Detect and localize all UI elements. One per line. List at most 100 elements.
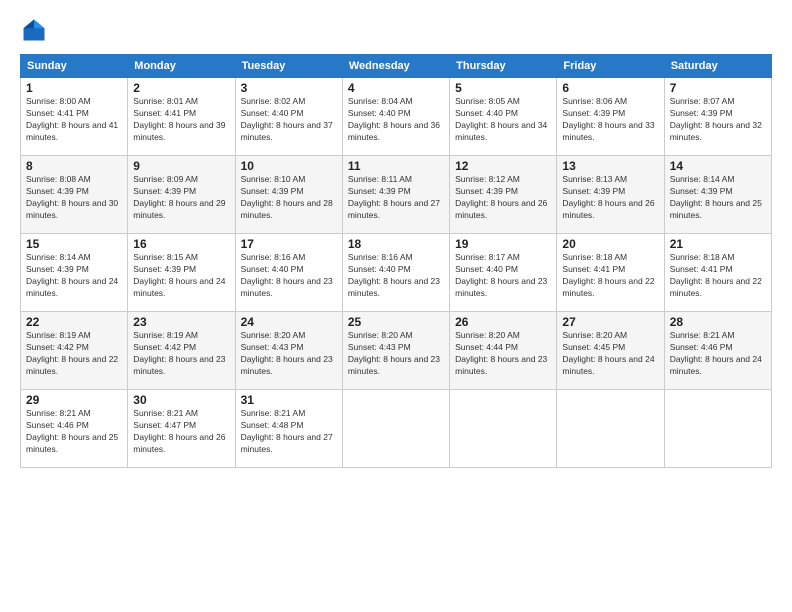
daylight-label: Daylight: 8 hours and 24 minutes. [133, 276, 225, 298]
sunset-label: Sunset: 4:39 PM [670, 108, 733, 118]
day-number: 21 [670, 237, 766, 251]
daylight-label: Daylight: 8 hours and 36 minutes. [348, 120, 440, 142]
sunrise-label: Sunrise: 8:04 AM [348, 96, 413, 106]
day-number: 25 [348, 315, 444, 329]
sunrise-label: Sunrise: 8:20 AM [562, 330, 627, 340]
sunset-label: Sunset: 4:39 PM [241, 186, 304, 196]
sunrise-label: Sunrise: 8:19 AM [133, 330, 198, 340]
day-number: 29 [26, 393, 122, 407]
header [20, 16, 772, 44]
day-info: Sunrise: 8:02 AM Sunset: 4:40 PM Dayligh… [241, 96, 337, 144]
sunrise-label: Sunrise: 8:14 AM [26, 252, 91, 262]
calendar-cell: 15 Sunrise: 8:14 AM Sunset: 4:39 PM Dayl… [21, 234, 128, 312]
sunset-label: Sunset: 4:46 PM [670, 342, 733, 352]
day-number: 13 [562, 159, 658, 173]
calendar-week-row: 22 Sunrise: 8:19 AM Sunset: 4:42 PM Dayl… [21, 312, 772, 390]
calendar-cell: 7 Sunrise: 8:07 AM Sunset: 4:39 PM Dayli… [664, 78, 771, 156]
daylight-label: Daylight: 8 hours and 29 minutes. [133, 198, 225, 220]
daylight-label: Daylight: 8 hours and 24 minutes. [670, 354, 762, 376]
day-info: Sunrise: 8:14 AM Sunset: 4:39 PM Dayligh… [26, 252, 122, 300]
day-info: Sunrise: 8:05 AM Sunset: 4:40 PM Dayligh… [455, 96, 551, 144]
day-info: Sunrise: 8:16 AM Sunset: 4:40 PM Dayligh… [348, 252, 444, 300]
day-number: 23 [133, 315, 229, 329]
day-number: 16 [133, 237, 229, 251]
daylight-label: Daylight: 8 hours and 22 minutes. [562, 276, 654, 298]
sunrise-label: Sunrise: 8:16 AM [241, 252, 306, 262]
day-number: 26 [455, 315, 551, 329]
sunset-label: Sunset: 4:47 PM [133, 420, 196, 430]
daylight-label: Daylight: 8 hours and 24 minutes. [562, 354, 654, 376]
sunset-label: Sunset: 4:39 PM [562, 108, 625, 118]
calendar-week-row: 15 Sunrise: 8:14 AM Sunset: 4:39 PM Dayl… [21, 234, 772, 312]
sunset-label: Sunset: 4:39 PM [348, 186, 411, 196]
calendar-cell: 2 Sunrise: 8:01 AM Sunset: 4:41 PM Dayli… [128, 78, 235, 156]
day-number: 4 [348, 81, 444, 95]
calendar-week-row: 8 Sunrise: 8:08 AM Sunset: 4:39 PM Dayli… [21, 156, 772, 234]
sunrise-label: Sunrise: 8:20 AM [348, 330, 413, 340]
daylight-label: Daylight: 8 hours and 27 minutes. [241, 432, 333, 454]
day-info: Sunrise: 8:21 AM Sunset: 4:46 PM Dayligh… [26, 408, 122, 456]
calendar-cell: 26 Sunrise: 8:20 AM Sunset: 4:44 PM Dayl… [450, 312, 557, 390]
day-number: 7 [670, 81, 766, 95]
sunset-label: Sunset: 4:43 PM [241, 342, 304, 352]
day-number: 19 [455, 237, 551, 251]
weekday-header: Wednesday [342, 55, 449, 78]
sunrise-label: Sunrise: 8:12 AM [455, 174, 520, 184]
day-info: Sunrise: 8:08 AM Sunset: 4:39 PM Dayligh… [26, 174, 122, 222]
day-number: 18 [348, 237, 444, 251]
calendar-cell [557, 390, 664, 468]
day-info: Sunrise: 8:10 AM Sunset: 4:39 PM Dayligh… [241, 174, 337, 222]
weekday-header: Tuesday [235, 55, 342, 78]
day-info: Sunrise: 8:20 AM Sunset: 4:43 PM Dayligh… [241, 330, 337, 378]
day-info: Sunrise: 8:19 AM Sunset: 4:42 PM Dayligh… [26, 330, 122, 378]
calendar-cell: 4 Sunrise: 8:04 AM Sunset: 4:40 PM Dayli… [342, 78, 449, 156]
calendar-cell: 16 Sunrise: 8:15 AM Sunset: 4:39 PM Dayl… [128, 234, 235, 312]
daylight-label: Daylight: 8 hours and 23 minutes. [348, 354, 440, 376]
day-number: 20 [562, 237, 658, 251]
day-number: 9 [133, 159, 229, 173]
calendar-week-row: 1 Sunrise: 8:00 AM Sunset: 4:41 PM Dayli… [21, 78, 772, 156]
sunrise-label: Sunrise: 8:21 AM [26, 408, 91, 418]
calendar-cell: 27 Sunrise: 8:20 AM Sunset: 4:45 PM Dayl… [557, 312, 664, 390]
calendar-cell: 22 Sunrise: 8:19 AM Sunset: 4:42 PM Dayl… [21, 312, 128, 390]
sunrise-label: Sunrise: 8:21 AM [241, 408, 306, 418]
day-number: 3 [241, 81, 337, 95]
day-info: Sunrise: 8:21 AM Sunset: 4:46 PM Dayligh… [670, 330, 766, 378]
sunset-label: Sunset: 4:40 PM [348, 108, 411, 118]
sunrise-label: Sunrise: 8:17 AM [455, 252, 520, 262]
sunset-label: Sunset: 4:39 PM [562, 186, 625, 196]
day-info: Sunrise: 8:15 AM Sunset: 4:39 PM Dayligh… [133, 252, 229, 300]
daylight-label: Daylight: 8 hours and 23 minutes. [241, 276, 333, 298]
sunrise-label: Sunrise: 8:15 AM [133, 252, 198, 262]
daylight-label: Daylight: 8 hours and 24 minutes. [26, 276, 118, 298]
day-info: Sunrise: 8:06 AM Sunset: 4:39 PM Dayligh… [562, 96, 658, 144]
daylight-label: Daylight: 8 hours and 26 minutes. [455, 198, 547, 220]
sunset-label: Sunset: 4:44 PM [455, 342, 518, 352]
daylight-label: Daylight: 8 hours and 28 minutes. [241, 198, 333, 220]
day-info: Sunrise: 8:04 AM Sunset: 4:40 PM Dayligh… [348, 96, 444, 144]
day-number: 12 [455, 159, 551, 173]
day-number: 8 [26, 159, 122, 173]
sunrise-label: Sunrise: 8:01 AM [133, 96, 198, 106]
sunrise-label: Sunrise: 8:21 AM [133, 408, 198, 418]
daylight-label: Daylight: 8 hours and 27 minutes. [348, 198, 440, 220]
day-number: 28 [670, 315, 766, 329]
sunset-label: Sunset: 4:48 PM [241, 420, 304, 430]
sunset-label: Sunset: 4:40 PM [455, 108, 518, 118]
sunrise-label: Sunrise: 8:18 AM [562, 252, 627, 262]
daylight-label: Daylight: 8 hours and 22 minutes. [670, 276, 762, 298]
day-info: Sunrise: 8:12 AM Sunset: 4:39 PM Dayligh… [455, 174, 551, 222]
day-number: 17 [241, 237, 337, 251]
weekday-header: Friday [557, 55, 664, 78]
sunset-label: Sunset: 4:39 PM [26, 264, 89, 274]
daylight-label: Daylight: 8 hours and 26 minutes. [133, 432, 225, 454]
daylight-label: Daylight: 8 hours and 41 minutes. [26, 120, 118, 142]
sunset-label: Sunset: 4:39 PM [133, 264, 196, 274]
daylight-label: Daylight: 8 hours and 34 minutes. [455, 120, 547, 142]
page: SundayMondayTuesdayWednesdayThursdayFrid… [0, 0, 792, 612]
day-number: 14 [670, 159, 766, 173]
day-number: 10 [241, 159, 337, 173]
calendar-cell: 19 Sunrise: 8:17 AM Sunset: 4:40 PM Dayl… [450, 234, 557, 312]
daylight-label: Daylight: 8 hours and 25 minutes. [26, 432, 118, 454]
day-number: 5 [455, 81, 551, 95]
